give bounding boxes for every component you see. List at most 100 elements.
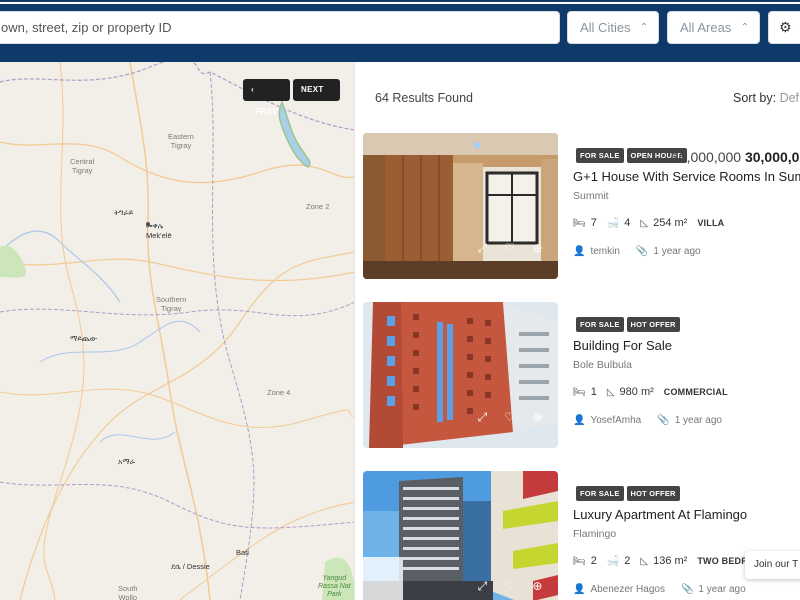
search-box[interactable] xyxy=(0,11,560,44)
listing-agent[interactable]: 👤 YosefAmha xyxy=(573,415,641,426)
heart-icon[interactable]: ♡ xyxy=(504,241,515,255)
listing-title[interactable]: G+1 House With Service Rooms In Sum xyxy=(573,169,800,184)
map-label-south-wollo: South Wollo xyxy=(118,584,138,600)
expand-icon[interactable]: ⤢ xyxy=(478,579,488,594)
area-icon: ◺ xyxy=(606,386,615,398)
map-label-southern-tigray: Southern Tigray xyxy=(156,295,187,313)
beds-count: 7 xyxy=(590,217,597,229)
map-label-zone4: Zone 4 xyxy=(267,388,291,397)
user-icon: 👤 xyxy=(573,415,586,426)
posted-time: 1 year ago xyxy=(698,584,746,595)
listing-meta: 👤 Abenezer Hagos 📎 1 year ago xyxy=(573,584,746,595)
listing-date: 📎 1 year ago xyxy=(681,584,746,595)
listing-card[interactable]: ⤢ ♡ ⊕ FOR SALE HOT OFFER Luxury Apartmen… xyxy=(363,471,800,600)
beds-feature: 🛏 2 xyxy=(573,555,597,567)
listing-info: FOR SALE OPEN HOUSE 30,000,000 30,000,0 … xyxy=(573,133,800,279)
listing-agent[interactable]: 👤 temkin xyxy=(573,246,620,257)
map-city-bati: Bati xyxy=(236,548,249,557)
listing-meta: 👤 YosefAmha 📎 1 year ago xyxy=(573,415,722,426)
status-badge[interactable]: FOR SALE xyxy=(576,486,624,501)
listing-title[interactable]: Luxury Apartment At Flamingo xyxy=(573,507,747,522)
listing-features: 🛏 1 ◺ 980 m² COMMERCIAL xyxy=(573,386,728,398)
gear-icon: ⚙ xyxy=(779,19,792,35)
join-chat-button[interactable]: Join our T xyxy=(745,551,800,579)
listing-badges: FOR SALE OPEN HOUSE xyxy=(576,148,687,163)
listing-card[interactable]: ⤢ ♡ ⊕ FOR SALE OPEN HOUSE 30,000,000 30,… xyxy=(363,133,800,279)
baths-count: 2 xyxy=(624,555,631,567)
map-panel[interactable]: Eastern Tigray Central Tigray Zone 2 ትግራ… xyxy=(0,62,355,600)
listing-photo-tools: ⤢ ♡ ⊕ xyxy=(469,575,551,597)
search-input[interactable] xyxy=(0,12,559,43)
map-label-amhara: አማራ xyxy=(118,457,136,466)
label-badge[interactable]: HOT OFFER xyxy=(626,317,680,332)
map-label-central-tigray: Central Tigray xyxy=(70,157,95,175)
property-type: COMMERCIAL xyxy=(663,387,728,397)
listing-title[interactable]: Building For Sale xyxy=(573,338,672,353)
listing-info: FOR SALE HOT OFFER Luxury Apartment At F… xyxy=(573,471,800,600)
baths-count: 4 xyxy=(624,217,631,229)
heart-icon[interactable]: ♡ xyxy=(504,410,515,424)
bed-icon: 🛏 xyxy=(573,555,586,567)
status-badge[interactable]: FOR SALE xyxy=(576,317,624,332)
listing-location: Flamingo xyxy=(573,528,617,540)
map-city-dessie: ደሴ / Dessie xyxy=(171,562,210,571)
beds-count: 2 xyxy=(590,555,597,567)
listing-agent[interactable]: 👤 Abenezer Hagos xyxy=(573,584,665,595)
paperclip-icon: 📎 xyxy=(680,584,694,595)
paperclip-icon: 📎 xyxy=(635,246,649,257)
beds-count: 1 xyxy=(590,386,597,398)
map-city-mekele: መቀሌ Mek'elē xyxy=(146,221,172,240)
expand-icon[interactable]: ⤢ xyxy=(478,241,488,256)
listing-location: Summit xyxy=(573,190,609,202)
heart-icon[interactable]: ♡ xyxy=(504,579,515,593)
listing-price-new: 30,000,0 xyxy=(744,149,800,165)
listing-badges: FOR SALE HOT OFFER xyxy=(576,486,680,501)
bath-icon: 🛁 xyxy=(606,555,620,567)
header-stripe xyxy=(0,0,800,4)
listing-photo-tools: ⤢ ♡ ⊕ xyxy=(469,406,551,428)
listing-features: 🛏 7 🛁 4 ◺ 254 m² VILLA xyxy=(573,217,724,229)
listing-date: 📎 1 year ago xyxy=(636,246,701,257)
search-header: All Cities ⌃ All Areas ⌃ ⚙ A xyxy=(0,0,800,62)
plus-circle-icon[interactable]: ⊕ xyxy=(532,579,542,593)
label-badge[interactable]: HOT OFFER xyxy=(626,486,680,501)
listing-date: 📎 1 year ago xyxy=(657,415,722,426)
user-icon: 👤 xyxy=(573,246,586,257)
listing-badges: FOR SALE HOT OFFER xyxy=(576,317,680,332)
map-next-button[interactable]: NEXT › xyxy=(293,79,340,116)
map-prev-button[interactable]: ‹ PREV xyxy=(243,79,290,116)
expand-icon[interactable]: ⤢ xyxy=(478,410,488,425)
status-badge[interactable]: FOR SALE xyxy=(576,148,624,163)
listing-price-old: 30,000,000 xyxy=(671,149,742,165)
areas-select[interactable]: All Areas ⌃ xyxy=(667,11,760,44)
listing-photo[interactable]: ⤢ ♡ ⊕ xyxy=(363,133,558,279)
baths-feature: 🛁 4 xyxy=(607,217,631,229)
listing-price: 30,000,000 30,000,0 xyxy=(671,149,799,165)
results-count: 64 Results Found xyxy=(375,91,473,105)
cities-select-value: All Cities xyxy=(580,20,631,35)
sort-by-control[interactable]: Sort by: Def xyxy=(733,91,799,105)
listing-location: Bole Bulbula xyxy=(573,359,632,371)
sort-by-value: Def xyxy=(779,91,800,105)
listing-card[interactable]: ⤢ ♡ ⊕ FOR SALE HOT OFFER Building For Sa… xyxy=(363,302,800,448)
listing-photo-tools: ⤢ ♡ ⊕ xyxy=(469,237,551,259)
map-label-eastern-tigray: Eastern Tigray xyxy=(168,132,194,150)
map-label-zone2: Zone 2 xyxy=(306,202,330,211)
area-icon: ◺ xyxy=(640,217,649,229)
listing-photo[interactable]: ⤢ ♡ ⊕ xyxy=(363,471,558,600)
plus-circle-icon[interactable]: ⊕ xyxy=(532,410,542,424)
area-value: 980 m² xyxy=(619,386,654,398)
agent-name: Abenezer Hagos xyxy=(590,584,665,595)
area-feature: ◺ 136 m² xyxy=(640,555,687,567)
posted-time: 1 year ago xyxy=(653,246,701,257)
area-value: 136 m² xyxy=(653,555,688,567)
plus-circle-icon[interactable]: ⊕ xyxy=(532,241,542,255)
advanced-search-button[interactable]: ⚙ A xyxy=(768,11,800,44)
listing-photo[interactable]: ⤢ ♡ ⊕ xyxy=(363,302,558,448)
user-icon: 👤 xyxy=(573,584,586,595)
agent-name: temkin xyxy=(590,246,620,257)
listing-features: 🛏 2 🛁 2 ◺ 136 m² TWO BEDRO xyxy=(573,555,755,567)
map-label-yangud-park: Yangud Rassa Nat Park xyxy=(318,575,351,598)
agent-name: YosefAmha xyxy=(590,415,642,426)
cities-select[interactable]: All Cities ⌃ xyxy=(567,11,659,44)
